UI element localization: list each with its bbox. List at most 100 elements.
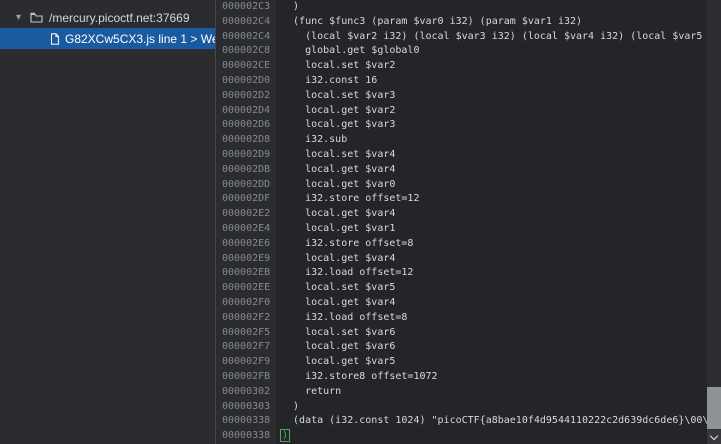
byte-offset[interactable]: 00000303 bbox=[216, 400, 276, 415]
byte-offset[interactable]: 00000338 bbox=[216, 429, 276, 444]
disasm-line: 000002C3 ) bbox=[216, 0, 721, 15]
instruction-text: global.get $global0 bbox=[281, 45, 419, 56]
code-cell: i32.load offset=8 bbox=[276, 311, 721, 326]
disasm-line: 000002DF i32.store offset=12 bbox=[216, 192, 721, 207]
instruction-text: local.get $var1 bbox=[281, 223, 395, 234]
disasm-line: 000002D2 local.set $var3 bbox=[216, 89, 721, 104]
disasm-line: 000002D4 local.get $var2 bbox=[216, 104, 721, 119]
disasm-line: 000002D8 i32.sub bbox=[216, 133, 721, 148]
code-cell: local.set $var5 bbox=[276, 281, 721, 296]
instruction-text: (data (i32.const 1024) "picoCTF{a8bae10f… bbox=[281, 415, 714, 426]
code-cell: local.get $var4 bbox=[276, 163, 721, 178]
byte-offset[interactable]: 000002E6 bbox=[216, 237, 276, 252]
disasm-line: 000002C8 global.get $global0 bbox=[216, 44, 721, 59]
byte-offset[interactable]: 00000302 bbox=[216, 385, 276, 400]
byte-offset[interactable]: 000002C3 bbox=[216, 0, 276, 15]
code-cell: (local $var2 i32) (local $var3 i32) (loc… bbox=[276, 30, 721, 45]
script-label: G82XCw5CX3.js line 1 > Web bbox=[65, 32, 215, 46]
disasm-line: 000002E2 local.get $var4 bbox=[216, 207, 721, 222]
code-cell: local.get $var2 bbox=[276, 104, 721, 119]
instruction-text: local.get $var6 bbox=[281, 341, 395, 352]
byte-offset[interactable]: 000002D2 bbox=[216, 89, 276, 104]
instruction-text: local.set $var3 bbox=[281, 90, 395, 101]
byte-offset[interactable]: 000002FB bbox=[216, 370, 276, 385]
byte-offset[interactable]: 000002C4 bbox=[216, 30, 276, 45]
scrollbar-thumb[interactable] bbox=[707, 387, 721, 429]
disasm-line: 00000338) bbox=[216, 429, 721, 444]
tree-item-script[interactable]: G82XCw5CX3.js line 1 > Web bbox=[0, 28, 215, 49]
disasm-line: 00000302 return bbox=[216, 385, 721, 400]
byte-offset[interactable]: 000002DB bbox=[216, 163, 276, 178]
instruction-text: i32.store offset=8 bbox=[281, 238, 413, 249]
byte-offset[interactable]: 000002D0 bbox=[216, 74, 276, 89]
byte-offset[interactable]: 000002E4 bbox=[216, 222, 276, 237]
disasm-line: 000002F0 local.get $var4 bbox=[216, 296, 721, 311]
code-cell: i32.store offset=8 bbox=[276, 237, 721, 252]
instruction-text: local.get $var0 bbox=[281, 179, 395, 190]
devtools-sources-panel: ▾ /mercury.picoctf.net:37669 G82XCw5CX3.… bbox=[0, 0, 721, 444]
byte-offset[interactable]: 000002D6 bbox=[216, 118, 276, 133]
instruction-text: local.set $var2 bbox=[281, 60, 395, 71]
byte-offset[interactable]: 000002EB bbox=[216, 266, 276, 281]
byte-offset[interactable]: 000002CE bbox=[216, 59, 276, 74]
byte-offset[interactable]: 000002D9 bbox=[216, 148, 276, 163]
code-cell: local.set $var4 bbox=[276, 148, 721, 163]
byte-offset[interactable]: 000002F2 bbox=[216, 311, 276, 326]
instruction-text: ) bbox=[281, 401, 299, 412]
code-cell: ) bbox=[276, 429, 721, 444]
instruction-text: local.get $var5 bbox=[281, 356, 395, 367]
disclosure-triangle-icon[interactable]: ▾ bbox=[16, 13, 30, 23]
code-cell: global.get $global0 bbox=[276, 44, 721, 59]
code-cell: local.get $var3 bbox=[276, 118, 721, 133]
code-cell: local.get $var4 bbox=[276, 252, 721, 267]
byte-offset[interactable]: 000002D4 bbox=[216, 104, 276, 119]
instruction-text: (local $var2 i32) (local $var3 i32) (loc… bbox=[281, 31, 714, 42]
byte-offset[interactable]: 000002E9 bbox=[216, 252, 276, 267]
disasm-line: 000002F7 local.get $var6 bbox=[216, 340, 721, 355]
wasm-disassembly-view[interactable]: 000002C3 )000002C4 (func $func3 (param $… bbox=[216, 0, 721, 444]
instruction-text: local.get $var4 bbox=[281, 208, 395, 219]
instruction-text: local.set $var6 bbox=[281, 327, 395, 338]
instruction-text: local.get $var4 bbox=[281, 253, 395, 264]
instruction-text: i32.load offset=12 bbox=[281, 267, 413, 278]
code-cell: (func $func3 (param $var0 i32) (param $v… bbox=[276, 15, 721, 30]
disasm-line: 000002D9 local.set $var4 bbox=[216, 148, 721, 163]
disasm-line: 000002D0 i32.const 16 bbox=[216, 74, 721, 89]
byte-offset[interactable]: 00000338 bbox=[216, 414, 276, 429]
disasm-line: 00000338 (data (i32.const 1024) "picoCTF… bbox=[216, 414, 721, 429]
code-cell: local.get $var4 bbox=[276, 296, 721, 311]
instruction-text: i32.sub bbox=[281, 134, 347, 145]
vertical-scrollbar[interactable] bbox=[707, 0, 721, 444]
code-cell: ) bbox=[276, 0, 721, 15]
code-cell: local.get $var5 bbox=[276, 355, 721, 370]
byte-offset[interactable]: 000002DF bbox=[216, 192, 276, 207]
code-cell: i32.store8 offset=1072 bbox=[276, 370, 721, 385]
code-cell: (data (i32.const 1024) "picoCTF{a8bae10f… bbox=[276, 414, 721, 429]
byte-offset[interactable]: 000002D8 bbox=[216, 133, 276, 148]
byte-offset[interactable]: 000002C4 bbox=[216, 15, 276, 30]
disasm-line: 000002EB i32.load offset=12 bbox=[216, 266, 721, 281]
byte-offset[interactable]: 000002EE bbox=[216, 281, 276, 296]
disasm-line: 000002FB i32.store8 offset=1072 bbox=[216, 370, 721, 385]
byte-offset[interactable]: 000002C8 bbox=[216, 44, 276, 59]
byte-offset[interactable]: 000002DD bbox=[216, 178, 276, 193]
byte-offset[interactable]: 000002E2 bbox=[216, 207, 276, 222]
code-cell: local.get $var6 bbox=[276, 340, 721, 355]
chevron-down-icon bbox=[710, 431, 718, 439]
tree-item-origin[interactable]: ▾ /mercury.picoctf.net:37669 bbox=[0, 7, 215, 28]
code-cell: i32.load offset=12 bbox=[276, 266, 721, 281]
matched-bracket: ) bbox=[281, 430, 289, 441]
code-lines: 000002C3 )000002C4 (func $func3 (param $… bbox=[216, 0, 721, 444]
byte-offset[interactable]: 000002F5 bbox=[216, 326, 276, 341]
byte-offset[interactable]: 000002F7 bbox=[216, 340, 276, 355]
byte-offset[interactable]: 000002F0 bbox=[216, 296, 276, 311]
instruction-text: i32.const 16 bbox=[281, 75, 377, 86]
instruction-text: local.get $var4 bbox=[281, 164, 395, 175]
disasm-line: 000002C4 (func $func3 (param $var0 i32) … bbox=[216, 15, 721, 30]
code-cell: i32.const 16 bbox=[276, 74, 721, 89]
code-cell: local.set $var2 bbox=[276, 59, 721, 74]
disasm-line: 000002E4 local.get $var1 bbox=[216, 222, 721, 237]
instruction-text: local.get $var2 bbox=[281, 105, 395, 116]
scroll-down-button[interactable] bbox=[707, 430, 721, 444]
byte-offset[interactable]: 000002F9 bbox=[216, 355, 276, 370]
